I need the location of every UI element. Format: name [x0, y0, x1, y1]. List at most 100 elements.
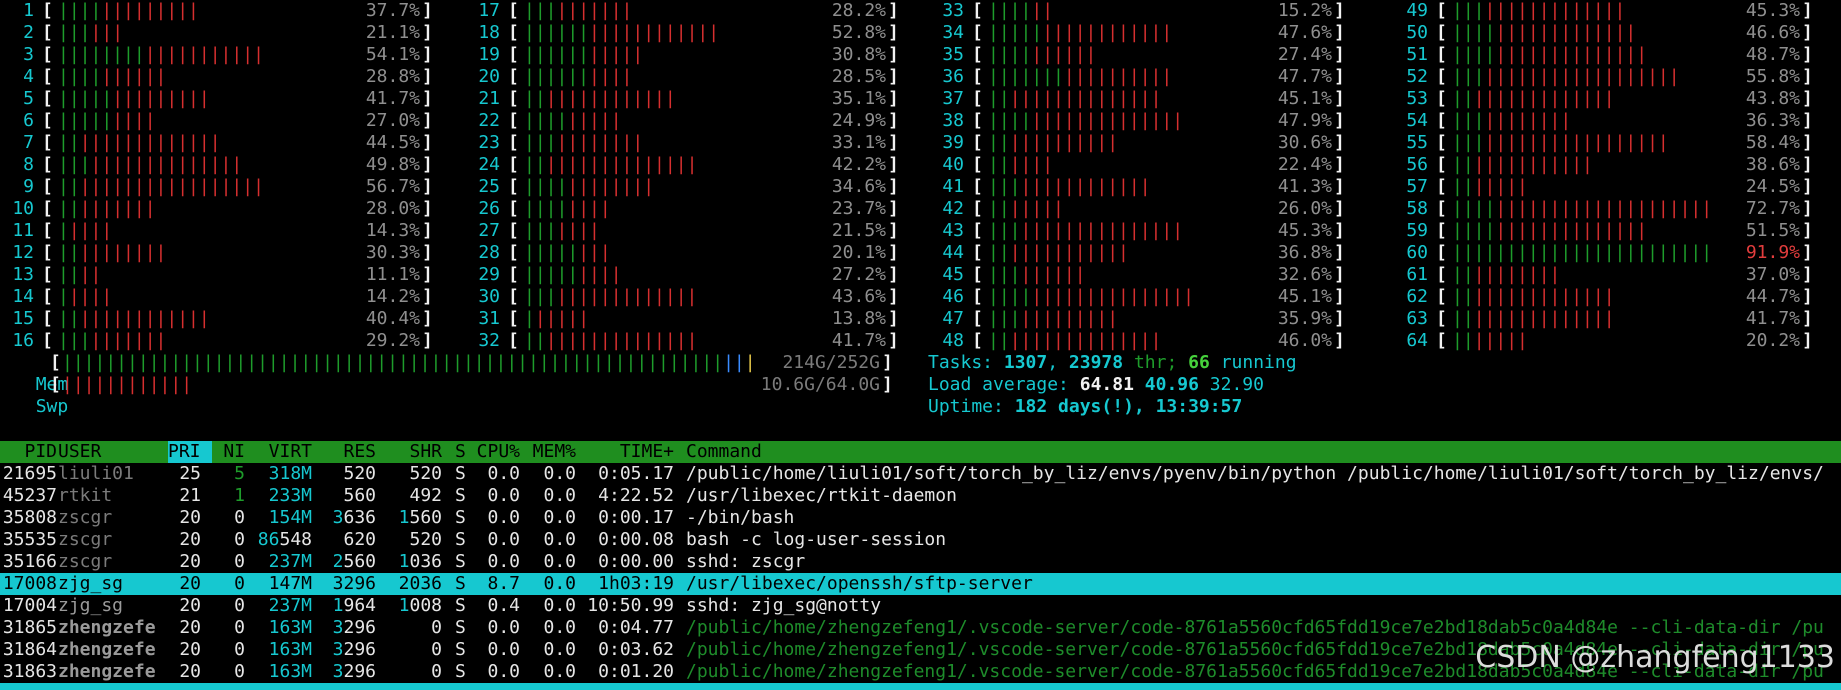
- process-row[interactable]: 35535 zscgr 20 0 86548 620 520 S 0.0 0.0 0:00.08 ba…: [0, 529, 1841, 551]
- cpu-meter-4: 4[|||||||||| 28.8%]: [0, 66, 434, 88]
- process-row[interactable]: 17008 zjg_sg 20 0 147M 3296 2036 S 8.7 0.0 1h03:19…: [0, 573, 1841, 595]
- cpu-usage-bar: ||||||||||||||||||: [1452, 44, 1712, 66]
- column-header-res[interactable]: RES: [316, 441, 376, 463]
- cpu-usage-bar: |||||||||||||||||: [58, 154, 332, 176]
- cpu-usage-bar: |||||||||: [524, 110, 798, 132]
- cpu-system-segment: |||||||||||||: [1473, 88, 1615, 109]
- process-row[interactable]: 17004 zjg_sg 20 0 237M 1964 1008 S 0.4 0.0 10:50.9…: [0, 595, 1841, 617]
- cpu-percent: 41.7%: [1745, 308, 1800, 329]
- cpu-user-segment: ||: [58, 176, 80, 197]
- cpu-number: 13: [12, 264, 34, 285]
- column-header-cpu-pct[interactable]: CPU%: [465, 441, 520, 463]
- column-header-virt[interactable]: VIRT: [242, 441, 312, 463]
- cpu-percent: 21.5%: [831, 220, 886, 241]
- cpu-bar-open: [: [1436, 110, 1447, 131]
- cpu-percent: 91.9%: [1745, 242, 1800, 263]
- cpu-bar-close: ]: [1802, 44, 1813, 65]
- cpu-meter-45: 45[||||||||| 32.6%]: [930, 264, 1346, 286]
- tasks-sep: ,: [1047, 352, 1059, 373]
- cpu-percent: 45.1%: [1277, 88, 1332, 109]
- unit-digits: 560: [343, 551, 376, 572]
- cpu-meter-60: 60 [|||||||||||||||||||||||||||||| 91.9%]: [1394, 242, 1814, 264]
- cpu-number: 37: [942, 88, 964, 109]
- cpu-user-segment: ||||: [988, 0, 1032, 21]
- cpu-user-segment: ||||: [58, 0, 102, 21]
- cpu-usage-bar: ||||||: [524, 308, 798, 330]
- process-row[interactable]: 35808 zscgr 20 0 154M 3636 1560 S 0.0 0.0 0:00.17-…: [0, 507, 1841, 529]
- cpu-number: 48: [942, 330, 964, 351]
- column-header-pri[interactable]: PRI: [168, 441, 212, 463]
- cpu-bar-open: [: [972, 88, 983, 109]
- process-res: 3296: [332, 573, 376, 594]
- column-header-time-plus[interactable]: TIME+: [579, 441, 674, 463]
- cpu-percent: 27.4%: [1277, 44, 1332, 65]
- process-row[interactable]: 31865 zhengzefe 20 0 163M 3296 0 S 0.0 0.0 0:04.77…: [0, 617, 1841, 639]
- cpu-bar-open: [: [972, 176, 983, 197]
- cpu-meter-39: 39[|||||||||||| 30.6%]: [930, 132, 1346, 154]
- cpu-usage-bar: |||||||: [524, 220, 798, 242]
- cpu-meter-25: 25[|||||||||||| 34.6%]: [466, 176, 900, 198]
- cpu-user-segment: |: [58, 220, 69, 241]
- cpu-percent: 38.6%: [1745, 154, 1800, 175]
- process-row[interactable]: 35166 zscgr 20 0 237M 2560 1036 S 0.0 0.0 0:00.00 s…: [0, 551, 1841, 573]
- column-header-shr[interactable]: SHR: [382, 441, 442, 463]
- cpu-number: 45: [942, 264, 964, 285]
- column-header-command[interactable]: Command: [686, 441, 1836, 463]
- process-pri: 20: [179, 595, 201, 616]
- cpu-percent: 28.0%: [365, 198, 420, 219]
- cpu-number: 12: [12, 242, 34, 263]
- cpu-number: 54: [1406, 110, 1428, 131]
- cpu-bar-open: [: [42, 286, 53, 307]
- cpu-user-segment: ||: [58, 198, 80, 219]
- process-user: rtkit: [58, 485, 113, 506]
- column-header-mem-pct[interactable]: MEM%: [521, 441, 576, 463]
- cpu-bar-close: ]: [888, 110, 899, 131]
- cpu-number: 2: [23, 22, 34, 43]
- cpu-usage-bar: ||||||||||: [524, 0, 798, 22]
- cpu-bar-close: ]: [1334, 308, 1345, 329]
- unit-digits: 008: [409, 595, 442, 616]
- process-shr: 0: [431, 639, 442, 660]
- cpu-bar-close: ]: [1334, 88, 1345, 109]
- process-user: liuli01: [58, 463, 134, 484]
- cpu-percent: 20.2%: [1745, 330, 1800, 351]
- cpu-percent: 28.2%: [831, 0, 886, 21]
- column-header-pid[interactable]: PID: [0, 441, 57, 463]
- uptime-value: 182 days(!), 13:39:57: [1014, 396, 1243, 417]
- cpu-bar-open: [: [42, 330, 53, 351]
- column-header-ni[interactable]: NI: [215, 441, 245, 463]
- cpu-user-segment: ||: [988, 330, 1010, 351]
- process-virt: 147M: [268, 573, 312, 594]
- function-key-bar[interactable]: [0, 683, 1841, 690]
- cpu-number: 46: [942, 286, 964, 307]
- cpu-bar-open: [: [1436, 66, 1447, 87]
- cpu-bar-close: ]: [888, 264, 899, 285]
- cpu-bar-open: [: [42, 22, 53, 43]
- cpu-system-segment: ||||||||||||||||||: [1484, 66, 1680, 87]
- swp-value: 10.6G/64.0G: [760, 374, 880, 395]
- cpu-bar-open: [: [1436, 220, 1447, 241]
- column-header-user[interactable]: USER: [58, 441, 168, 463]
- cpu-meter-48: 48[|||||||||||||||| 46.0%]: [930, 330, 1346, 352]
- cpu-number: 25: [478, 176, 500, 197]
- process-ni: 0: [234, 551, 245, 572]
- cpu-system-segment: ||||||||||||: [1020, 176, 1151, 197]
- cpu-bar-open: [: [1436, 44, 1447, 65]
- cpu-bar-close: ]: [422, 88, 433, 109]
- cpu-bar-close: ]: [422, 242, 433, 263]
- cpu-meter-43: 43[|||||||||||||||||| 45.3%]: [930, 220, 1346, 242]
- cpu-user-segment: |: [524, 308, 535, 329]
- cpu-system-segment: ||||: [556, 220, 600, 241]
- cpu-bar-close: ]: [1802, 66, 1813, 87]
- cpu-bar-close: ]: [422, 66, 433, 87]
- process-ni: 0: [234, 507, 245, 528]
- cpu-bar-open: [: [972, 286, 983, 307]
- cpu-number: 3: [23, 44, 34, 65]
- cpu-usage-bar: ||||||: [988, 154, 1244, 176]
- process-row[interactable]: 45237 rtkit 21 1 233M 560 492 S 0.0 0.0 4:22.52/us…: [0, 485, 1841, 507]
- process-row[interactable]: 21695 liuli01 25 5 318M 520 520 S 0.0 0.0 0:05.17/…: [0, 463, 1841, 485]
- mem-cache-segment: |: [744, 352, 756, 373]
- cpu-bar-open: [: [972, 66, 983, 87]
- cpu-usage-bar: ||||||: [58, 22, 332, 44]
- threads-label: thr;: [1133, 352, 1178, 373]
